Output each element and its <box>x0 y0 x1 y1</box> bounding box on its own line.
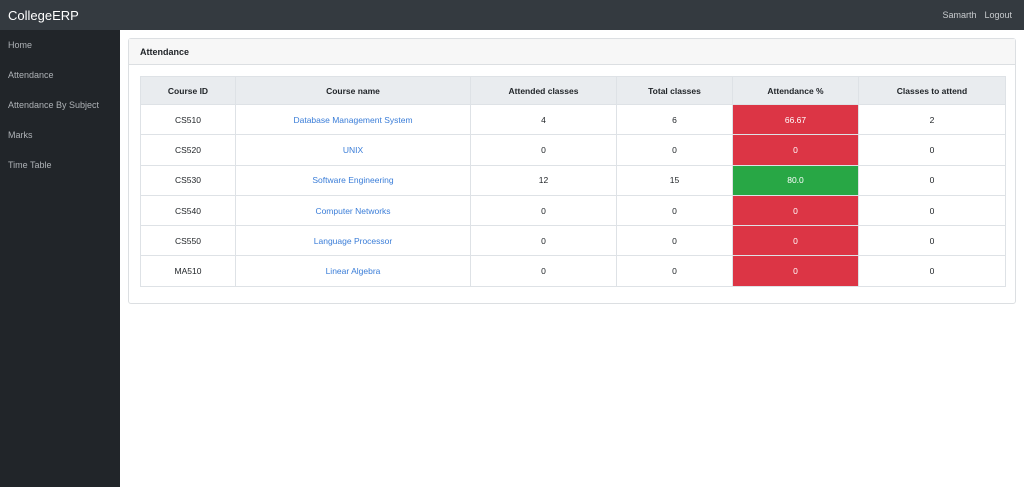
column-header-attendance-percent: Attendance % <box>732 76 859 105</box>
classes-to-attend-cell: 0 <box>858 134 1006 166</box>
course-name-link[interactable]: Software Engineering <box>235 164 471 196</box>
table-row: CS510 Database Management System 4 6 66.… <box>140 103 1006 136</box>
username-link[interactable]: Samarth <box>942 10 976 20</box>
course-id-cell: CS540 <box>140 194 236 227</box>
total-classes-cell: 0 <box>616 134 733 166</box>
sidebar-item-attendance[interactable]: Attendance <box>0 60 120 90</box>
sidebar-item-time-table[interactable]: Time Table <box>0 150 120 180</box>
table-row: CS520 UNIX 0 0 0 0 <box>140 134 1006 166</box>
total-classes-cell: 15 <box>616 164 733 196</box>
attendance-percent-cell: 0 <box>732 255 859 287</box>
table-row: CS530 Software Engineering 12 15 80.0 0 <box>140 164 1006 196</box>
column-header-course-name: Course name <box>235 76 471 105</box>
attendance-table: Course ID Course name Attended classes T… <box>140 76 1006 287</box>
sidebar-item-marks[interactable]: Marks <box>0 120 120 150</box>
attendance-percent-cell: 80.0 <box>732 164 859 196</box>
total-classes-cell: 0 <box>616 225 733 257</box>
attended-classes-cell: 0 <box>470 225 617 257</box>
brand-link[interactable]: CollegeERP <box>8 8 79 23</box>
attendance-percent-cell: 0 <box>732 134 859 166</box>
attendance-card: Attendance Course ID Course name Attende… <box>128 38 1016 304</box>
attended-classes-cell: 4 <box>470 103 617 136</box>
sidebar-item-attendance-by-subject[interactable]: Attendance By Subject <box>0 90 120 120</box>
course-name-link[interactable]: Language Processor <box>235 225 471 257</box>
top-navbar: CollegeERP Samarth Logout <box>0 0 1024 30</box>
course-name-link[interactable]: Linear Algebra <box>235 255 471 287</box>
attendance-percent-cell: 0 <box>732 194 859 227</box>
column-header-total-classes: Total classes <box>616 76 733 105</box>
course-id-cell: CS550 <box>140 225 236 257</box>
table-row: MA510 Linear Algebra 0 0 0 0 <box>140 255 1006 287</box>
main-content: Attendance Course ID Course name Attende… <box>120 30 1024 487</box>
total-classes-cell: 0 <box>616 255 733 287</box>
user-menu: Samarth Logout <box>942 10 1012 20</box>
course-id-cell: CS520 <box>140 134 236 166</box>
classes-to-attend-cell: 0 <box>858 225 1006 257</box>
course-name-link[interactable]: Computer Networks <box>235 194 471 227</box>
table-row: CS540 Computer Networks 0 0 0 0 <box>140 194 1006 227</box>
course-name-link[interactable]: UNIX <box>235 134 471 166</box>
attendance-percent-cell: 66.67 <box>732 103 859 136</box>
column-header-classes-to-attend: Classes to attend <box>858 76 1006 105</box>
classes-to-attend-cell: 0 <box>858 164 1006 196</box>
card-title: Attendance <box>129 39 1015 65</box>
classes-to-attend-cell: 0 <box>858 255 1006 287</box>
table-header-row: Course ID Course name Attended classes T… <box>140 76 1006 105</box>
course-id-cell: MA510 <box>140 255 236 287</box>
logout-link[interactable]: Logout <box>984 10 1012 20</box>
total-classes-cell: 0 <box>616 194 733 227</box>
attended-classes-cell: 12 <box>470 164 617 196</box>
sidebar: Home Attendance Attendance By Subject Ma… <box>0 30 120 487</box>
sidebar-item-home[interactable]: Home <box>0 30 120 60</box>
classes-to-attend-cell: 0 <box>858 194 1006 227</box>
total-classes-cell: 6 <box>616 103 733 136</box>
course-id-cell: CS510 <box>140 103 236 136</box>
attendance-percent-cell: 0 <box>732 225 859 257</box>
column-header-course-id: Course ID <box>140 76 236 105</box>
classes-to-attend-cell: 2 <box>858 103 1006 136</box>
attended-classes-cell: 0 <box>470 134 617 166</box>
attended-classes-cell: 0 <box>470 194 617 227</box>
course-id-cell: CS530 <box>140 164 236 196</box>
column-header-attended-classes: Attended classes <box>470 76 617 105</box>
attended-classes-cell: 0 <box>470 255 617 287</box>
table-row: CS550 Language Processor 0 0 0 0 <box>140 225 1006 257</box>
course-name-link[interactable]: Database Management System <box>235 103 471 136</box>
